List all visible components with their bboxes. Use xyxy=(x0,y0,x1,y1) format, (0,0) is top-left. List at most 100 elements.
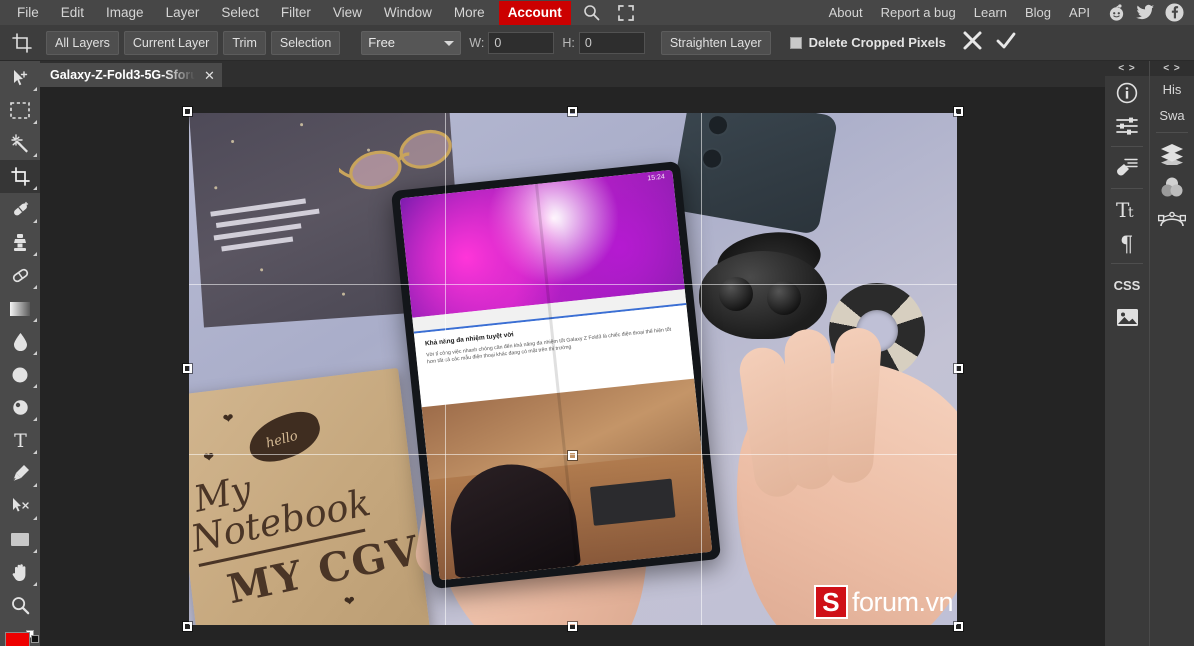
image-device-body: 15:24 Khả năng đa nhiệm tuyệt vời Với tỉ… xyxy=(390,160,722,590)
link-blog[interactable]: Blog xyxy=(1016,1,1060,25)
collapse-left-toggle[interactable]: < > xyxy=(1105,61,1149,76)
crop-ratio-value: Free xyxy=(368,35,396,50)
css-panel-icon[interactable]: CSS xyxy=(1105,268,1149,301)
canvas-area[interactable]: hello My Notebook MY CGV ❤ ❤ ❤ ❤ ❤ xyxy=(40,87,1105,646)
account-button[interactable]: Account xyxy=(498,0,571,25)
shape-tool[interactable] xyxy=(0,523,40,556)
link-learn[interactable]: Learn xyxy=(965,1,1016,25)
gradient-tool[interactable] xyxy=(0,292,40,325)
tool-group-corner-icon xyxy=(33,120,37,124)
straighten-layer-button[interactable]: Straighten Layer xyxy=(660,30,771,55)
right-panels: < > Tt ¶ CSS < > His Swa xyxy=(1105,61,1194,646)
healing-brush-tool[interactable] xyxy=(0,193,40,226)
document-tab-title: Galaxy-Z-Fold3-5G-Sforum xyxy=(50,68,195,82)
hand-tool[interactable] xyxy=(0,556,40,589)
crop-tool-icon[interactable] xyxy=(8,29,36,57)
link-about[interactable]: About xyxy=(820,1,872,25)
menu-bar-right: About Report a bug Learn Blog API xyxy=(820,1,1194,25)
clone-stamp-tool[interactable] xyxy=(0,226,40,259)
link-api[interactable]: API xyxy=(1060,1,1099,25)
panel-divider-2 xyxy=(1111,188,1143,189)
adjustments-panel-icon[interactable] xyxy=(1105,109,1149,142)
trim-button[interactable]: Trim xyxy=(223,30,266,55)
chevron-down-icon xyxy=(444,40,455,46)
paths-panel-icon[interactable] xyxy=(1150,203,1194,236)
menu-view[interactable]: View xyxy=(322,1,373,25)
tool-group-corner-icon xyxy=(33,318,37,322)
menu-filter[interactable]: Filter xyxy=(270,1,322,25)
menu-edit[interactable]: Edit xyxy=(50,1,95,25)
character-panel-icon[interactable]: Tt xyxy=(1105,193,1149,226)
image-glasses xyxy=(333,123,459,193)
menu-image[interactable]: Image xyxy=(95,1,155,25)
tool-group-corner-icon xyxy=(33,450,37,454)
document-image[interactable]: hello My Notebook MY CGV ❤ ❤ ❤ ❤ ❤ xyxy=(189,113,957,625)
magic-wand-tool[interactable] xyxy=(0,127,40,160)
menu-bar-left: File Edit Image Layer Select Filter View… xyxy=(0,0,643,25)
swap-colors-icon-back xyxy=(31,635,39,643)
svg-text:t: t xyxy=(1128,205,1134,221)
blur-tool[interactable] xyxy=(0,325,40,358)
foreground-color-swatch[interactable] xyxy=(5,632,30,646)
menu-select[interactable]: Select xyxy=(210,1,270,25)
image-notebook: hello My Notebook MY CGV ❤ ❤ ❤ ❤ ❤ xyxy=(189,367,431,625)
panel-divider-4 xyxy=(1156,132,1188,133)
tool-options-bar: All Layers Current Layer Trim Selection … xyxy=(0,25,1194,61)
menu-file[interactable]: File xyxy=(6,1,50,25)
tool-group-corner-icon xyxy=(33,384,37,388)
menu-more[interactable]: More xyxy=(443,1,496,25)
layers-panel-icon[interactable] xyxy=(1150,137,1194,170)
color-swatches[interactable] xyxy=(0,626,40,646)
zoom-tool[interactable] xyxy=(0,589,40,622)
pen-tool[interactable] xyxy=(0,457,40,490)
watermark-logo-letter: S xyxy=(822,587,840,617)
image-screen-status-time: 15:24 xyxy=(647,173,666,183)
tool-group-corner-icon xyxy=(33,351,37,355)
crop-confirm-group xyxy=(962,30,1017,56)
svg-text:¶: ¶ xyxy=(1120,232,1133,254)
watermark-text: forum.vn xyxy=(851,586,954,617)
svg-text:CSS: CSS xyxy=(1114,278,1141,293)
link-report-a-bug[interactable]: Report a bug xyxy=(872,1,965,25)
crop-tool[interactable] xyxy=(0,160,40,193)
close-icon[interactable]: ✕ xyxy=(204,69,215,82)
info-panel-icon[interactable] xyxy=(1105,76,1149,109)
tool-group-corner-icon xyxy=(33,516,37,520)
width-input[interactable]: 0 xyxy=(488,31,555,54)
all-layers-button[interactable]: All Layers xyxy=(46,30,119,55)
paragraph-panel-icon[interactable]: ¶ xyxy=(1105,226,1149,259)
image-phone-case xyxy=(669,113,839,236)
right-panel-column-two: < > His Swa xyxy=(1149,61,1194,646)
type-tool[interactable]: T xyxy=(0,424,40,457)
move-tool[interactable] xyxy=(0,61,40,94)
history-panel-tab[interactable]: His xyxy=(1150,76,1194,102)
selection-button[interactable]: Selection xyxy=(270,30,341,55)
twitter-icon[interactable] xyxy=(1136,3,1155,22)
menu-bar: File Edit Image Layer Select Filter View… xyxy=(0,0,1194,25)
channels-panel-icon[interactable] xyxy=(1150,170,1194,203)
eraser-tool[interactable] xyxy=(0,259,40,292)
shape-select-tool[interactable] xyxy=(0,490,40,523)
image-panel-icon[interactable] xyxy=(1105,301,1149,334)
cancel-x-icon[interactable] xyxy=(962,30,983,56)
facebook-icon[interactable] xyxy=(1165,3,1184,22)
crop-ratio-select[interactable]: Free xyxy=(361,30,462,55)
dodge-tool[interactable] xyxy=(0,358,40,391)
image-earbuds-base xyxy=(699,251,827,339)
menu-window[interactable]: Window xyxy=(373,1,443,25)
menu-layer[interactable]: Layer xyxy=(155,1,211,25)
paint-bucket-tool[interactable] xyxy=(0,391,40,424)
document-tab[interactable]: Galaxy-Z-Fold3-5G-Sforum ✕ xyxy=(40,63,222,87)
height-input[interactable]: 0 xyxy=(578,31,645,54)
rectangular-marquee-tool[interactable] xyxy=(0,94,40,127)
delete-cropped-pixels-checkbox[interactable]: Delete Cropped Pixels xyxy=(789,35,946,50)
search-icon[interactable] xyxy=(574,2,609,23)
fullscreen-icon[interactable] xyxy=(609,3,643,23)
confirm-check-icon[interactable] xyxy=(995,30,1017,56)
reddit-icon[interactable] xyxy=(1107,3,1126,22)
svg-text:T: T xyxy=(14,431,27,450)
swatches-panel-tab[interactable]: Swa xyxy=(1150,102,1194,128)
collapse-right-toggle[interactable]: < > xyxy=(1150,61,1194,76)
current-layer-button[interactable]: Current Layer xyxy=(123,30,219,55)
brush-settings-panel-icon[interactable] xyxy=(1105,151,1149,184)
